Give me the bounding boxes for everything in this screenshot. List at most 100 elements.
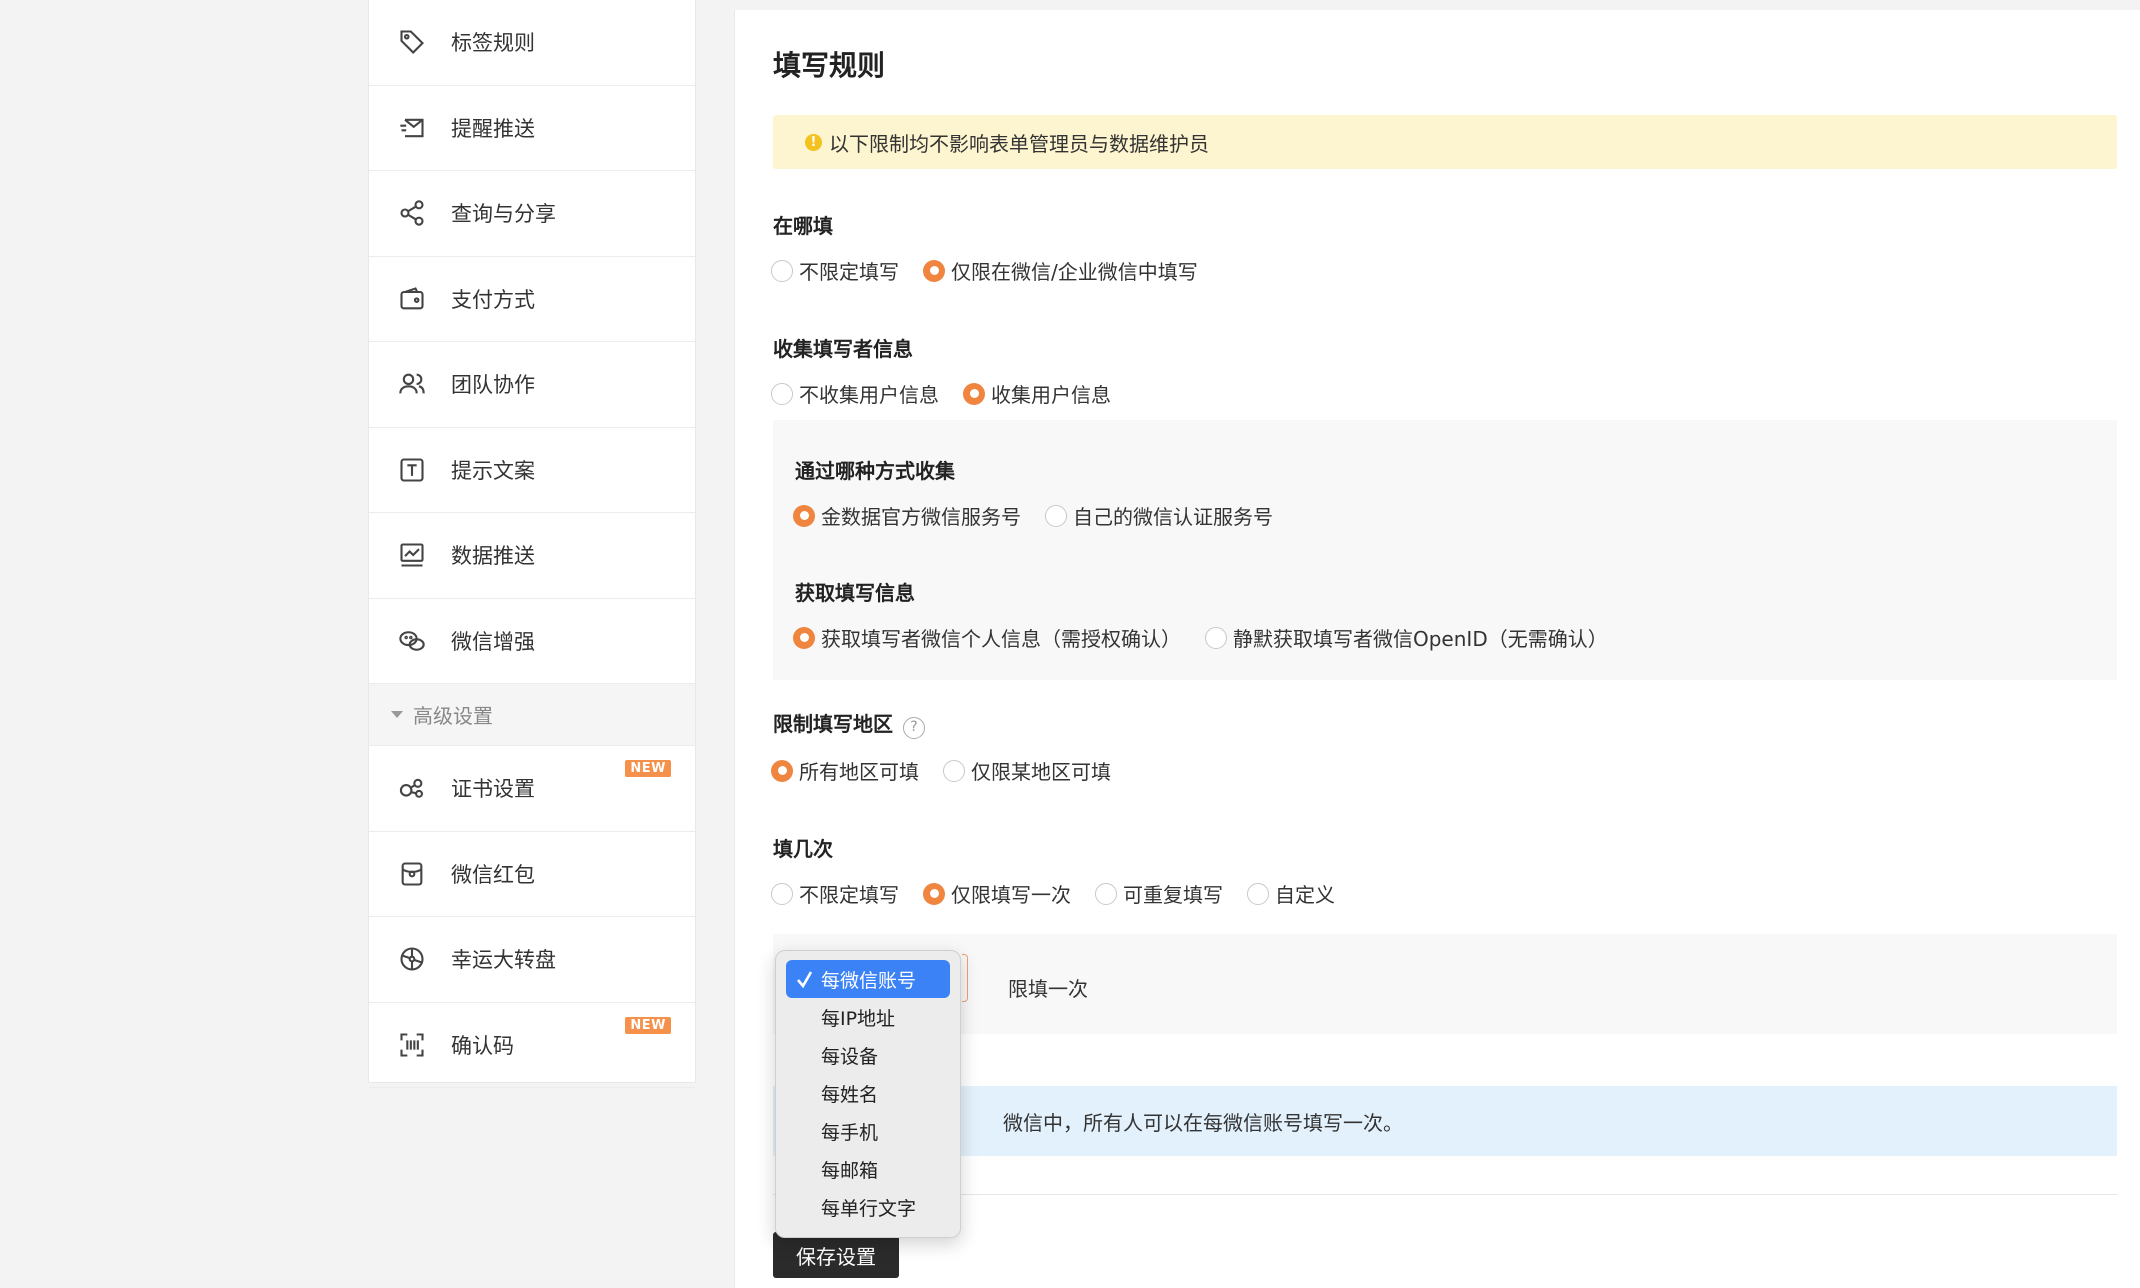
share-icon	[397, 198, 427, 228]
sidebar-item-tag-rules[interactable]: 标签规则	[369, 0, 695, 86]
radio-button[interactable]	[943, 759, 965, 782]
method-option-own[interactable]: 自己的微信认证服务号	[1045, 501, 1273, 530]
radio-button[interactable]	[923, 882, 945, 905]
region-option-specific[interactable]: 仅限某地区可填	[943, 756, 1111, 785]
times-option-once[interactable]: 仅限填写一次	[923, 879, 1071, 908]
dropdown-option-single-line-text[interactable]: 每单行文字	[786, 1188, 950, 1226]
sidebar-item-reminder-push[interactable]: 提醒推送	[369, 86, 695, 171]
radio-button[interactable]	[1045, 504, 1067, 527]
sidebar-item-tip-text[interactable]: 提示文案	[369, 428, 695, 513]
collect-option-collect[interactable]: 收集用户信息	[963, 379, 1111, 408]
radio-button[interactable]	[1247, 882, 1269, 905]
question-circle-icon[interactable]: ?	[903, 717, 925, 739]
new-badge: NEW	[625, 760, 671, 777]
sidebar-item-label: 提醒推送	[451, 116, 535, 141]
sidebar-item-wechat-enhance[interactable]: 微信增强	[369, 599, 695, 684]
method-option-official[interactable]: 金数据官方微信服务号	[793, 501, 1021, 530]
times-subpanel: 限填一次	[773, 934, 2117, 1034]
dropdown-option-label: 每微信账号	[821, 969, 917, 992]
sidebar-item-label: 数据推送	[451, 544, 535, 569]
radio-button[interactable]	[771, 759, 793, 782]
radio-label: 静默获取填写者微信OpenID（无需确认）	[1233, 627, 1608, 651]
info-fetch-label: 获取填写信息	[795, 581, 915, 605]
scan-code-icon	[397, 1030, 427, 1060]
dropdown-option-label: 每设备	[821, 1045, 879, 1068]
radio-label: 不限定填写	[799, 260, 899, 284]
dropdown-option-name[interactable]: 每姓名	[786, 1074, 950, 1112]
certificate-icon	[397, 773, 427, 803]
radio-label: 自己的微信认证服务号	[1073, 505, 1273, 529]
radio-button[interactable]	[771, 382, 793, 405]
method-options: 金数据官方微信服务号 自己的微信认证服务号	[793, 501, 1297, 530]
collect-label: 收集填写者信息	[773, 337, 913, 361]
sidebar-item-label: 确认码	[451, 1033, 514, 1058]
radio-button[interactable]	[923, 259, 945, 282]
sidebar-item-label: 证书设置	[451, 777, 535, 802]
info-option-openid[interactable]: 静默获取填写者微信OpenID（无需确认）	[1205, 623, 1608, 652]
advanced-settings-header[interactable]: 高级设置	[369, 684, 695, 746]
sidebar-item-label: 幸运大转盘	[451, 948, 556, 973]
caret-down-icon	[391, 711, 403, 718]
radio-label: 自定义	[1275, 883, 1335, 907]
info-hint-bar: 微信中，所有人可以在每微信账号填写一次。	[773, 1086, 2117, 1156]
sidebar-item-label: 团队协作	[451, 373, 535, 398]
times-option-custom[interactable]: 自定义	[1247, 879, 1335, 908]
radio-label: 可重复填写	[1123, 883, 1223, 907]
radio-button[interactable]	[1095, 882, 1117, 905]
checkmark-icon	[797, 971, 812, 989]
text-box-icon	[397, 455, 427, 485]
sidebar-item-query-share[interactable]: 查询与分享	[369, 171, 695, 257]
dropdown-option-ip[interactable]: 每IP地址	[786, 998, 950, 1036]
region-option-all[interactable]: 所有地区可填	[771, 756, 919, 785]
red-packet-icon	[397, 859, 427, 889]
notice-text: 以下限制均不影响表单管理员与数据维护员	[829, 131, 1209, 156]
sidebar-item-label: 微信红包	[451, 862, 535, 887]
radio-label: 仅限某地区可填	[971, 760, 1111, 784]
notice-banner: ! 以下限制均不影响表单管理员与数据维护员	[773, 115, 2117, 169]
dropdown-option-wechat-account[interactable]: 每微信账号	[786, 960, 950, 998]
chart-line-icon	[397, 540, 427, 570]
radio-label: 仅限填写一次	[951, 883, 1071, 907]
sidebar-item-data-push[interactable]: 数据推送	[369, 513, 695, 599]
radio-label: 不收集用户信息	[799, 383, 939, 407]
sidebar-item-label: 微信增强	[451, 629, 535, 654]
sidebar-item-certificate[interactable]: 证书设置 NEW	[369, 746, 695, 832]
times-option-unlimited[interactable]: 不限定填写	[771, 879, 899, 908]
wechat-icon	[397, 626, 427, 656]
where-option-wechat-only[interactable]: 仅限在微信/企业微信中填写	[923, 256, 1198, 285]
times-option-repeat[interactable]: 可重复填写	[1095, 879, 1223, 908]
wheel-icon	[397, 944, 427, 974]
limit-suffix: 限填一次	[1008, 977, 1088, 1001]
radio-label: 收集用户信息	[991, 383, 1111, 407]
sidebar-item-label: 查询与分享	[451, 202, 556, 227]
dropdown-option-device[interactable]: 每设备	[786, 1036, 950, 1074]
dropdown-option-email[interactable]: 每邮箱	[786, 1150, 950, 1188]
sidebar-item-red-packet[interactable]: 微信红包	[369, 832, 695, 917]
sidebar-item-confirm-code[interactable]: 确认码 NEW	[369, 1003, 695, 1088]
sidebar-item-payment[interactable]: 支付方式	[369, 257, 695, 342]
dropdown-option-phone[interactable]: 每手机	[786, 1112, 950, 1150]
new-badge: NEW	[625, 1016, 671, 1034]
dropdown-option-label: 每手机	[821, 1121, 879, 1144]
collect-option-none[interactable]: 不收集用户信息	[771, 379, 939, 408]
dropdown-option-label: 每邮箱	[821, 1159, 879, 1182]
info-option-personal[interactable]: 获取填写者微信个人信息（需授权确认）	[793, 623, 1181, 652]
wallet-icon	[397, 284, 427, 314]
limit-scope-select[interactable]	[962, 954, 968, 1002]
radio-button[interactable]	[793, 504, 815, 527]
radio-button[interactable]	[1205, 626, 1227, 649]
radio-button[interactable]	[771, 259, 793, 282]
region-label: 限制填写地区	[773, 712, 893, 736]
radio-button[interactable]	[963, 382, 985, 405]
radio-button[interactable]	[793, 626, 815, 649]
dropdown-option-label: 每IP地址	[821, 1007, 896, 1030]
save-button[interactable]: 保存设置	[773, 1232, 899, 1278]
where-option-unrestricted[interactable]: 不限定填写	[771, 256, 899, 285]
times-options: 不限定填写 仅限填写一次 可重复填写 自定义	[771, 879, 1359, 908]
sidebar-item-lucky-wheel[interactable]: 幸运大转盘	[369, 917, 695, 1003]
collect-subpanel: 通过哪种方式收集 金数据官方微信服务号 自己的微信认证服务号 获取填写信息 获取…	[773, 420, 2117, 680]
warning-icon: !	[805, 134, 822, 151]
sidebar-item-team[interactable]: 团队协作	[369, 342, 695, 428]
info-fetch-options: 获取填写者微信个人信息（需授权确认） 静默获取填写者微信OpenID（无需确认）	[793, 623, 1632, 652]
radio-button[interactable]	[771, 882, 793, 905]
